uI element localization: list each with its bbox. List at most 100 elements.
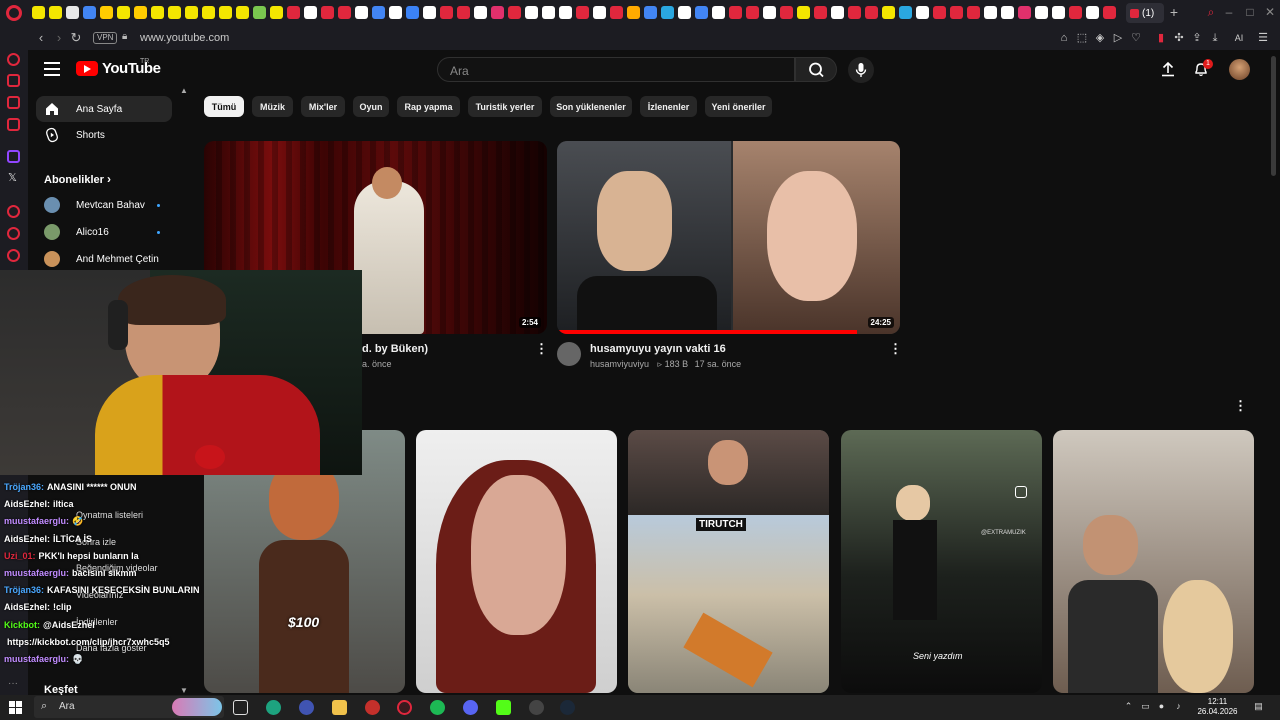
- tab-favicon-icon[interactable]: [83, 6, 96, 19]
- chip-gaming[interactable]: Oyun: [353, 96, 389, 117]
- notes-icon[interactable]: [7, 118, 20, 131]
- notifications-icon[interactable]: ▤: [1253, 701, 1264, 712]
- active-tab[interactable]: (1): [1126, 3, 1164, 23]
- tab-strip[interactable]: [32, 5, 1132, 21]
- new-tab-button[interactable]: +: [1166, 4, 1182, 20]
- player-side-icon[interactable]: [7, 96, 20, 109]
- tab-favicon-icon[interactable]: [287, 6, 300, 19]
- tab-favicon-icon[interactable]: [627, 6, 640, 19]
- taskbar-search[interactable]: ⌕ Ara: [34, 696, 224, 718]
- tab-favicon-icon[interactable]: [508, 6, 521, 19]
- back-icon[interactable]: ‹: [33, 30, 49, 46]
- tab-favicon-icon[interactable]: [695, 6, 708, 19]
- tab-favicon-icon[interactable]: [389, 6, 402, 19]
- messenger-icon[interactable]: [7, 53, 20, 66]
- url-field[interactable]: www.youtube.com: [140, 32, 229, 44]
- channel-avatar[interactable]: [557, 342, 581, 366]
- tab-favicon-icon[interactable]: [797, 6, 810, 19]
- search-button[interactable]: [795, 57, 837, 82]
- sidebar-scroll-down-icon[interactable]: ▼: [180, 686, 188, 695]
- chip-recent[interactable]: Son yüklenenler: [550, 96, 632, 117]
- search-tabs-icon[interactable]: ⌕: [1204, 5, 1218, 19]
- tab-favicon-icon[interactable]: [729, 6, 742, 19]
- taskbar-clock[interactable]: 12:11 26.04.2026: [1190, 697, 1245, 717]
- subscription-item[interactable]: Alico16: [44, 224, 109, 240]
- forward-icon[interactable]: ›: [51, 30, 67, 46]
- extension-red-icon[interactable]: ▮: [1155, 32, 1167, 44]
- voice-search-button[interactable]: [848, 57, 874, 83]
- extensions-icon[interactable]: ✣: [1173, 32, 1185, 44]
- download-icon[interactable]: ⤓: [1209, 32, 1221, 44]
- tab-favicon-icon[interactable]: [933, 6, 946, 19]
- channel-name[interactable]: husamviyuviyu: [590, 359, 649, 369]
- video-title[interactable]: husamyuyu yayın vakti 16: [590, 343, 726, 355]
- extensions-side-icon[interactable]: [7, 249, 20, 262]
- tab-favicon-icon[interactable]: [559, 6, 572, 19]
- discord-icon[interactable]: [463, 700, 478, 715]
- tab-favicon-icon[interactable]: [355, 6, 368, 19]
- tray-app-icon[interactable]: ▭: [1140, 701, 1151, 712]
- minimize-icon[interactable]: –: [1222, 5, 1236, 19]
- tab-favicon-icon[interactable]: [967, 6, 980, 19]
- chip-tourist[interactable]: Turistik yerler: [468, 96, 542, 117]
- tab-favicon-icon[interactable]: [712, 6, 725, 19]
- tab-favicon-icon[interactable]: [202, 6, 215, 19]
- subscription-item[interactable]: And Mehmet Çetin: [44, 251, 159, 267]
- youtube-app-icon[interactable]: [365, 700, 380, 715]
- tab-favicon-icon[interactable]: [491, 6, 504, 19]
- tab-favicon-icon[interactable]: [1086, 6, 1099, 19]
- tab-favicon-icon[interactable]: [678, 6, 691, 19]
- tab-favicon-icon[interactable]: [474, 6, 487, 19]
- avatar[interactable]: [1229, 59, 1250, 80]
- shield-icon[interactable]: ◈: [1094, 32, 1106, 44]
- clock-icon[interactable]: [7, 227, 20, 240]
- spotify-icon[interactable]: [430, 700, 445, 715]
- pin-icon[interactable]: ⌂: [1058, 32, 1070, 44]
- microphone-icon[interactable]: ●: [1156, 701, 1167, 712]
- chip-all[interactable]: Tümü: [204, 96, 244, 117]
- search-input[interactable]: Ara: [437, 57, 795, 82]
- tab-favicon-icon[interactable]: [763, 6, 776, 19]
- reload-icon[interactable]: ↻: [68, 30, 84, 46]
- tab-favicon-icon[interactable]: [984, 6, 997, 19]
- tab-favicon-icon[interactable]: [525, 6, 538, 19]
- tab-favicon-icon[interactable]: [1069, 6, 1082, 19]
- tab-favicon-icon[interactable]: [746, 6, 759, 19]
- tab-favicon-icon[interactable]: [1103, 6, 1116, 19]
- tab-favicon-icon[interactable]: [423, 6, 436, 19]
- subscriptions-heading[interactable]: Abonelikler ›: [44, 172, 111, 186]
- opera-logo-icon[interactable]: [6, 5, 22, 21]
- tab-favicon-icon[interactable]: [1052, 6, 1065, 19]
- sidebar-scroll-up-icon[interactable]: ▲: [180, 86, 188, 95]
- tab-favicon-icon[interactable]: [457, 6, 470, 19]
- tab-favicon-icon[interactable]: [168, 6, 181, 19]
- sidebar-item-home[interactable]: Ana Sayfa: [36, 96, 172, 122]
- tab-favicon-icon[interactable]: [134, 6, 147, 19]
- tab-favicon-icon[interactable]: [321, 6, 334, 19]
- maximize-icon[interactable]: □: [1243, 5, 1257, 19]
- tab-favicon-icon[interactable]: [1001, 6, 1014, 19]
- video-thumbnail[interactable]: 24:25: [557, 141, 900, 334]
- app-icon[interactable]: [299, 700, 314, 715]
- easy-setup-icon[interactable]: ☰: [1257, 32, 1269, 44]
- chip-mixes[interactable]: Mix'ler: [301, 96, 345, 117]
- sidebar-item-shorts[interactable]: Shorts: [36, 122, 172, 148]
- tab-favicon-icon[interactable]: [100, 6, 113, 19]
- tab-favicon-icon[interactable]: [593, 6, 606, 19]
- aria-ai-button[interactable]: AI: [1229, 32, 1249, 44]
- tab-favicon-icon[interactable]: [372, 6, 385, 19]
- short-thumbnail[interactable]: [416, 430, 617, 693]
- short-thumbnail[interactable]: [1053, 430, 1254, 693]
- video-title[interactable]: d. by Büken): [362, 343, 428, 355]
- twitch-icon[interactable]: [7, 150, 20, 163]
- tab-favicon-icon[interactable]: [610, 6, 623, 19]
- volume-icon[interactable]: ♪: [1173, 701, 1184, 712]
- tab-favicon-icon[interactable]: [406, 6, 419, 19]
- tab-favicon-icon[interactable]: [831, 6, 844, 19]
- close-icon[interactable]: ✕: [1263, 5, 1277, 19]
- tab-favicon-icon[interactable]: [219, 6, 232, 19]
- tray-chevron-icon[interactable]: ⌃: [1123, 701, 1134, 712]
- tab-favicon-icon[interactable]: [542, 6, 555, 19]
- tab-favicon-icon[interactable]: [253, 6, 266, 19]
- vpn-badge[interactable]: VPN: [93, 32, 118, 44]
